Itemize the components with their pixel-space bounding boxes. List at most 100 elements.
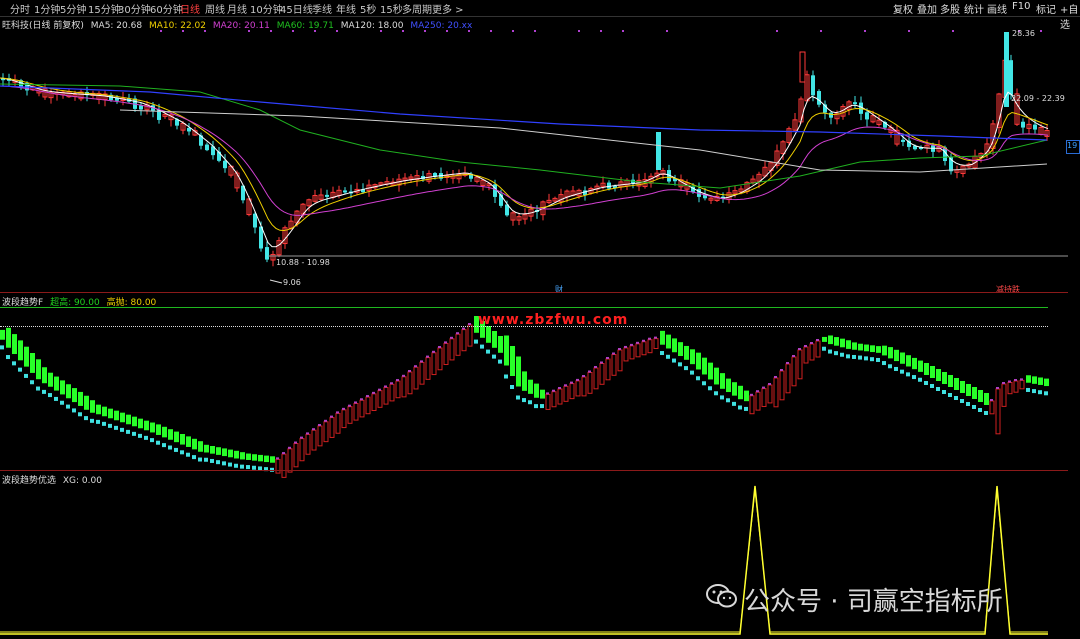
trend-dot-down bbox=[732, 401, 736, 406]
trend-bar-down bbox=[1044, 378, 1049, 387]
trend-dot-up bbox=[792, 355, 795, 357]
signal-dot bbox=[380, 30, 382, 32]
trend-bar-up bbox=[623, 347, 629, 362]
trend-bar-down bbox=[714, 367, 719, 385]
trend-dot-down bbox=[498, 359, 502, 364]
trend-bar-down bbox=[726, 378, 731, 393]
trend-dot-down bbox=[726, 398, 730, 403]
trend-bar-up bbox=[581, 376, 587, 397]
signal-dot bbox=[182, 30, 184, 32]
trend-dot-up bbox=[606, 357, 609, 359]
trend-dot-down bbox=[180, 450, 184, 455]
trend-bar-down bbox=[966, 384, 971, 396]
trend-dot-down bbox=[528, 400, 532, 405]
trend-bar-up bbox=[353, 402, 359, 421]
trend-bar-down bbox=[102, 406, 107, 417]
trend-dot-down bbox=[876, 357, 880, 362]
trend-bar-down bbox=[18, 340, 23, 361]
trend-dot-up bbox=[564, 384, 567, 387]
trend-bar-down bbox=[270, 456, 275, 463]
trend-dot-up bbox=[594, 366, 597, 368]
trend-dot-up bbox=[996, 387, 999, 389]
trend-bar-up bbox=[599, 363, 605, 385]
trend-dot-up bbox=[816, 339, 819, 341]
signal-dot bbox=[578, 30, 580, 32]
trend-dot-down bbox=[54, 396, 58, 401]
trend-bar-down bbox=[234, 450, 239, 459]
indicator2-legend: 波段趋势优选 XG: 0.00 bbox=[2, 473, 102, 486]
trend-dot-down bbox=[144, 435, 148, 440]
event-marker[interactable]: 减持跌 bbox=[996, 284, 1020, 295]
trend-bar-up bbox=[779, 370, 785, 401]
trend-bar-up bbox=[305, 433, 311, 455]
signal-dot bbox=[622, 30, 624, 32]
trend-bar-down bbox=[216, 447, 221, 455]
candle-down bbox=[811, 75, 815, 96]
trend-bar-up bbox=[419, 361, 425, 385]
trend-dot-up bbox=[414, 365, 417, 368]
trend-dot-up bbox=[642, 339, 645, 342]
trend-bar-up bbox=[797, 349, 803, 380]
finance-marker[interactable]: 财 bbox=[555, 284, 563, 295]
trend-dot-down bbox=[858, 355, 862, 360]
trend-dot-down bbox=[174, 447, 178, 452]
trend-dot-down bbox=[0, 345, 4, 350]
trend-dot-up bbox=[354, 401, 357, 404]
trend-dot-up bbox=[624, 345, 627, 348]
candle-down bbox=[265, 247, 269, 260]
trend-dot-up bbox=[336, 411, 339, 414]
signal-dot bbox=[160, 30, 162, 32]
trend-dot-down bbox=[150, 438, 154, 443]
trend-dot-down bbox=[120, 427, 124, 432]
trend-bar-up bbox=[593, 367, 599, 390]
trend-bar-down bbox=[48, 372, 53, 387]
trend-dot-down bbox=[480, 344, 484, 349]
trend-bar-down bbox=[132, 416, 137, 427]
trend-bar-down bbox=[156, 424, 161, 435]
trend-dot-down bbox=[510, 385, 514, 389]
trend-bar-down bbox=[258, 454, 263, 462]
candle-down bbox=[1009, 60, 1013, 95]
trend-bar-down bbox=[894, 349, 899, 362]
trend-bar-down bbox=[486, 326, 491, 343]
trend-dot-up bbox=[576, 378, 579, 381]
brand-text: 公众号 · 司赢空指标所 bbox=[744, 587, 1003, 617]
trend-dot-down bbox=[684, 366, 688, 371]
trend-bar-up bbox=[383, 386, 389, 405]
trend-dot-up bbox=[402, 374, 405, 377]
trend-dot-down bbox=[822, 346, 826, 351]
trend-bar-up bbox=[767, 384, 773, 404]
trend-dot-down bbox=[540, 404, 544, 409]
trend-dot-up bbox=[768, 383, 771, 385]
candle-down bbox=[343, 190, 347, 193]
trend-bar-up bbox=[461, 329, 467, 352]
trend-bar-up bbox=[455, 333, 461, 356]
trend-dot-down bbox=[702, 381, 706, 386]
trend-dot-down bbox=[1032, 389, 1036, 394]
trend-bar-up bbox=[785, 363, 791, 394]
trend-bar-up bbox=[641, 341, 647, 356]
trend-dot-down bbox=[36, 386, 40, 391]
trend-bar-down bbox=[228, 449, 233, 458]
trend-dot-down bbox=[96, 419, 100, 424]
trend-bar-down bbox=[906, 355, 911, 367]
trend-dot-up bbox=[1002, 382, 1005, 384]
trend-dot-up bbox=[276, 457, 279, 460]
trend-bar-down bbox=[678, 342, 683, 357]
trend-bar-down bbox=[186, 436, 191, 447]
trend-dot-down bbox=[1044, 391, 1048, 396]
trend-bar-down bbox=[522, 371, 527, 391]
trend-bar-down bbox=[864, 344, 869, 352]
trend-dot-up bbox=[378, 388, 381, 391]
signal-dot bbox=[424, 30, 426, 32]
trend-dot-down bbox=[156, 440, 160, 445]
signal-dot bbox=[666, 30, 668, 32]
candle-down bbox=[901, 139, 905, 142]
trend-dot-down bbox=[474, 339, 478, 344]
trend-dot-down bbox=[828, 349, 832, 354]
trend-bar-down bbox=[96, 404, 101, 415]
trend-dot-up bbox=[360, 398, 363, 401]
trend-bar-down bbox=[198, 441, 203, 452]
trend-bar-down bbox=[60, 380, 65, 395]
trend-dot-down bbox=[678, 362, 682, 367]
